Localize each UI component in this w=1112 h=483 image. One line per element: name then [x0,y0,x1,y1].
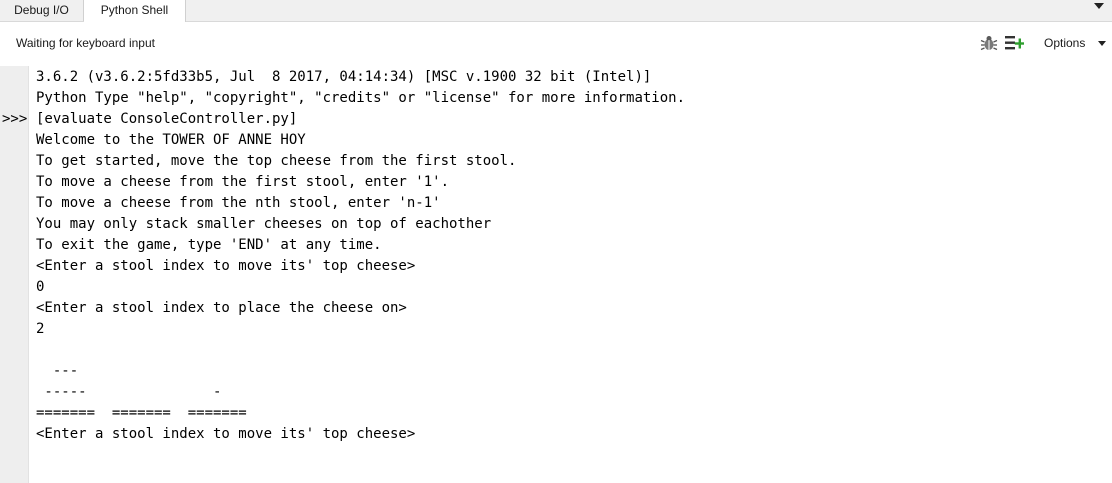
status-text: Waiting for keyboard input [16,36,155,50]
console-line: 2 [36,321,45,337]
shell-toolbar: Waiting for keyboard input Options [0,22,1112,66]
console-line: Python Type "help", "copyright", "credit… [36,90,686,106]
console-line: <Enter a stool index to place the cheese… [36,300,407,316]
console-line: To exit the game, type 'END' at any time… [36,237,382,253]
console-line: 3.6.2 (v3.6.2:5fd33b5, Jul 8 2017, 04:14… [36,69,652,85]
console-line: You may only stack smaller cheeses on to… [36,216,492,232]
console-line: To get started, move the top cheese from… [36,153,517,169]
bug-icon[interactable] [980,34,998,52]
console-line: --- [36,363,79,379]
console-output[interactable]: 3.6.2 (v3.6.2:5fd33b5, Jul 8 2017, 04:14… [36,67,1106,483]
console-line: To move a cheese from the nth stool, ent… [36,195,441,211]
chevron-down-icon[interactable] [1098,41,1106,46]
tab-debug-io[interactable]: Debug I/O [0,0,84,21]
console-line: <Enter a stool index to move its' top ch… [36,258,416,274]
console-line: Welcome to the TOWER OF ANNE HOY [36,132,306,148]
add-list-icon[interactable] [1004,34,1024,52]
console-line: ======= ======= ======= [36,405,247,421]
tab-python-shell[interactable]: Python Shell [84,0,186,22]
prompt-marker: >>> [2,111,28,127]
console-line: <Enter a stool index to move its' top ch… [36,426,416,442]
options-menu[interactable]: Options [1044,36,1085,50]
console-line: 0 [36,279,45,295]
chevron-down-icon[interactable] [1094,3,1104,9]
console-line: [evaluate ConsoleController.py] [36,111,298,127]
tab-bar: Debug I/O Python Shell [0,0,1112,22]
console-line: To move a cheese from the first stool, e… [36,174,450,190]
console-gutter: >>> [0,66,29,483]
console-line: ----- - [36,384,222,400]
